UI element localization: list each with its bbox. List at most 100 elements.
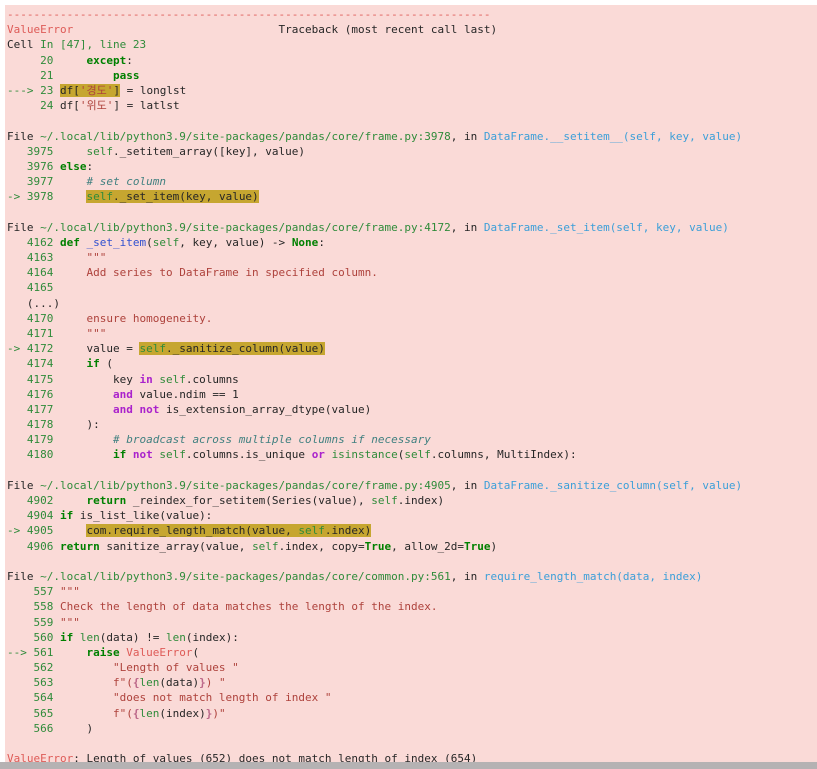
- code-token: (index): [159, 706, 206, 720]
- code-line: 4177 and not is_extension_array_dtype(va…: [7, 402, 817, 417]
- code-line: 3977 # set column: [7, 174, 817, 189]
- code-line: File ~/.local/lib/python3.9/site-package…: [7, 569, 817, 584]
- code-token: is_list_like(value):: [73, 509, 213, 523]
- code-line: --> 561 raise ValueError(: [7, 645, 817, 660]
- scrollbar-thumb[interactable]: [0, 762, 817, 769]
- code-token: self: [152, 235, 180, 249]
- code-token: , allow_2d=: [391, 539, 465, 553]
- code-line: 4164 Add series to DataFrame in specifie…: [7, 265, 817, 280]
- code-token: ~/.local/lib/python3.9/site-packages/pan…: [40, 129, 451, 143]
- code-token: raise: [86, 645, 120, 659]
- code-token: -> 3978: [7, 190, 54, 204]
- code-token: DataFrame.__setitem__(self, key, value): [483, 129, 743, 143]
- code-line: 559 """: [7, 615, 817, 630]
- code-token: DataFrame._set_item(self, key, value): [483, 220, 729, 234]
- code-line: -> 3978 self._set_item(key, value): [7, 189, 817, 204]
- code-token: ensure homogeneity.: [86, 311, 213, 325]
- code-token: .index): [397, 494, 445, 507]
- code-token: self: [159, 448, 186, 462]
- code-line: 4170 ensure homogeneity.: [7, 311, 817, 326]
- code-token: in: [139, 372, 153, 386]
- code-token: except: [86, 53, 127, 67]
- code-token: f"(: [112, 706, 133, 720]
- code-line: 21 pass: [7, 68, 817, 83]
- code-token: :: [86, 159, 94, 173]
- code-token: :: [318, 235, 325, 249]
- code-token: (: [192, 645, 200, 659]
- code-token: len: [139, 706, 160, 720]
- code-token: 3976: [7, 159, 54, 173]
- code-token: .columns: [185, 372, 239, 386]
- code-token: = longlst: [119, 83, 187, 97]
- code-token: len: [139, 676, 160, 690]
- code-token: 24: [7, 99, 54, 113]
- code-token: not: [132, 448, 153, 462]
- code-line: ValueError Traceback (most recent call l…: [7, 22, 817, 37]
- code-token: """: [59, 615, 80, 629]
- code-token: ValueError: [7, 752, 74, 762]
- code-token: sanitize_array(value,: [99, 539, 253, 553]
- code-token: return: [59, 539, 100, 553]
- code-token: ValueError: [7, 23, 74, 37]
- code-token: (...): [7, 296, 60, 310]
- code-token: df[: [53, 99, 80, 113]
- code-token: , in: [450, 478, 484, 492]
- code-line: 4163 """: [7, 250, 817, 265]
- code-token: 4176: [7, 387, 54, 401]
- code-line: File ~/.local/lib/python3.9/site-package…: [7, 220, 817, 235]
- code-token: ]: [113, 83, 120, 97]
- code-line: 4176 and value.ndim == 1: [7, 387, 817, 402]
- code-token: 4171: [7, 326, 54, 340]
- code-line: 4902 return _reindex_for_setitem(Series(…: [7, 493, 817, 508]
- code-token: True: [364, 539, 392, 553]
- code-token: return: [86, 494, 127, 507]
- code-token: : Length of values (652) does not match …: [73, 752, 478, 762]
- code-token: com.require_length_match(value,: [86, 524, 299, 538]
- code-token: 564: [7, 691, 54, 705]
- code-token: 558: [7, 600, 54, 614]
- code-line: 4180 if not self.columns.is_unique or is…: [7, 447, 817, 462]
- code-token: 4164: [7, 266, 54, 280]
- code-token: ._setitem_array([key], value): [112, 144, 306, 158]
- code-line: File ~/.local/lib/python3.9/site-package…: [7, 478, 817, 493]
- code-token: self: [139, 342, 166, 356]
- code-token: and: [112, 387, 133, 401]
- code-line: [7, 463, 817, 478]
- code-token: # set column: [86, 175, 166, 189]
- code-line: 564 "does not match length of index ": [7, 690, 817, 705]
- code-token: File: [7, 569, 41, 583]
- code-line: 4165: [7, 280, 817, 295]
- code-token: 565: [7, 706, 54, 720]
- code-line: ----------------------------------------…: [7, 7, 817, 22]
- code-token: _set_item: [86, 235, 147, 249]
- code-token: 4162: [7, 235, 54, 249]
- code-line: 20 except:: [7, 53, 817, 68]
- code-token: (index):: [185, 630, 239, 644]
- code-line: 560 if len(data) != len(index):: [7, 630, 817, 645]
- code-line: ---> 23 df['경도'] = longlst: [7, 83, 817, 98]
- code-token: '위도': [79, 99, 114, 113]
- code-token: f"(: [112, 676, 133, 690]
- horizontal-scrollbar[interactable]: [0, 762, 817, 769]
- code-token: self: [252, 539, 279, 553]
- code-token: ~/.local/lib/python3.9/site-packages/pan…: [40, 478, 451, 492]
- code-token: if: [59, 509, 74, 523]
- code-token: ):: [53, 418, 100, 432]
- code-token: 4904: [7, 509, 54, 523]
- code-token: , in: [450, 129, 484, 143]
- code-token: 562: [7, 661, 54, 675]
- traceback-lines: ----------------------------------------…: [7, 7, 817, 762]
- code-line: 3975 self._setitem_array([key], value): [7, 144, 817, 159]
